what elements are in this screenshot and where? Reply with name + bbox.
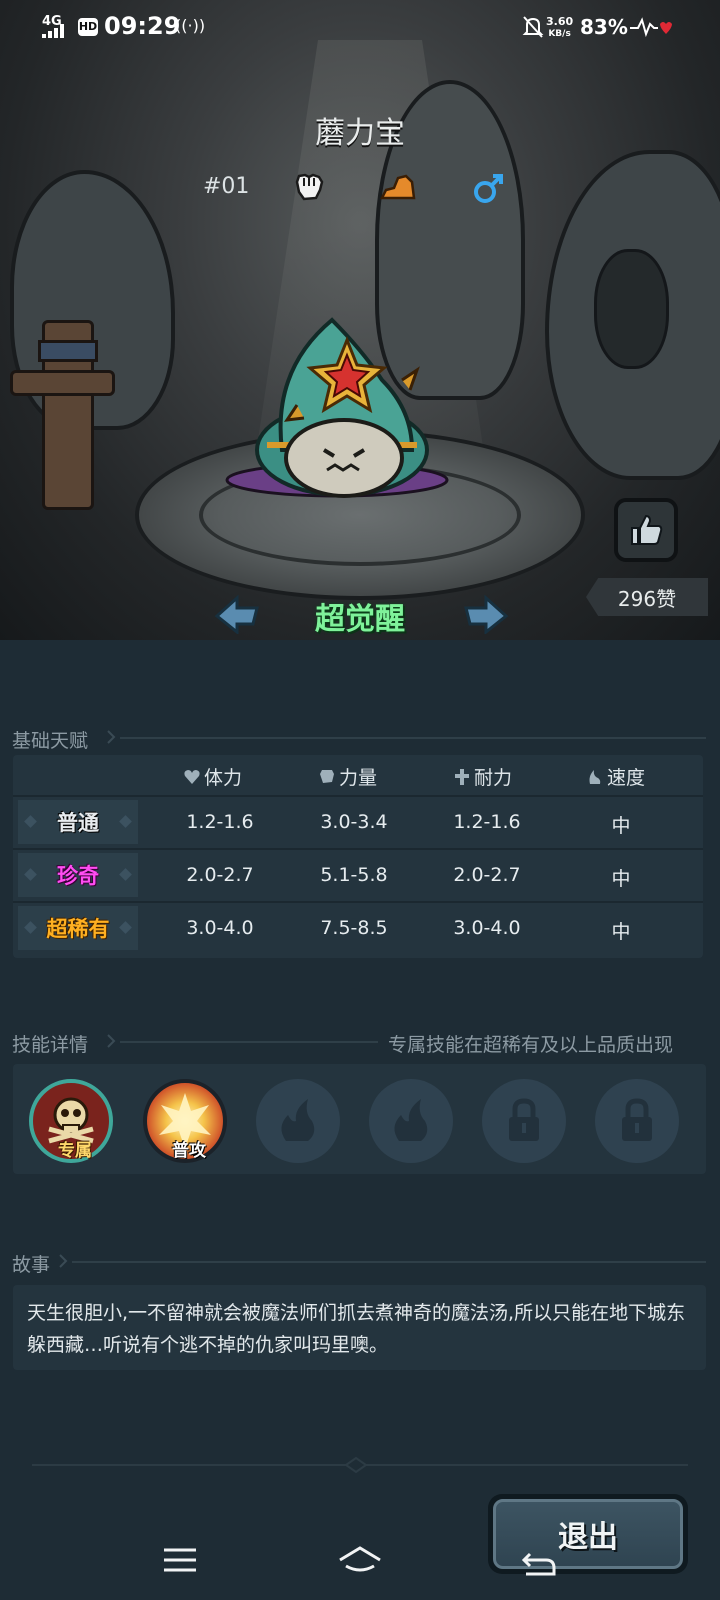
pet-info-row: #01 [0,168,720,208]
male-icon[interactable] [469,168,509,208]
home-icon[interactable] [338,1540,382,1580]
talent-table: 体力 力量 耐力 速度 普通 1.2-1.6 3.0-3.4 1.2-1.6 中… [13,755,703,958]
flame-icon [281,1099,315,1141]
table-row: 普通 1.2-1.6 3.0-3.4 1.2-1.6 中 [13,795,703,845]
section-chevron-icon [107,1034,116,1048]
system-navigation-bar [0,1528,720,1600]
hotspot-icon: ((·)) [175,16,206,35]
pet-number: #01 [203,174,250,199]
column-header-label: 耐力 [474,767,513,789]
column-header-label: 体力 [204,767,243,789]
shield-cross-icon [455,768,469,785]
skill-label: 专属 [58,1141,92,1161]
awaken-level-label: 超觉醒 [315,602,405,637]
thumbs-up-icon [631,514,663,545]
skills-list: 专属 普攻 [13,1064,706,1174]
table-cell: 7.5-8.5 [320,917,388,939]
table-cell: 2.0-2.7 [186,864,254,886]
awaken-selector: 超觉醒 [0,590,720,640]
hd-badge: HD [78,18,98,36]
table-cell: 1.2-1.6 [453,811,521,833]
wooden-post-bar [10,370,115,396]
pet-name: 蘑力宝 [315,116,405,151]
table-cell: 1.2-1.6 [186,811,254,833]
health-pulse-icon [630,17,672,38]
next-arrow-button[interactable] [460,594,510,634]
terrain-icon[interactable] [378,168,418,208]
heart-icon [184,769,200,784]
skill-normal-attack[interactable]: 普攻 [143,1079,227,1163]
table-cell: 中 [611,815,631,837]
skills-section-title: 技能详情 [12,1034,89,1056]
skill-label: 普攻 [172,1141,206,1161]
rarity-rare: 珍奇 [18,853,138,897]
talent-section-title: 基础天赋 [12,730,89,752]
skill-exclusive[interactable]: 专属 [29,1079,113,1163]
network-speed-unit: KB/s [548,29,571,39]
table-row: 超稀有 3.0-4.0 7.5-8.5 3.0-4.0 中 [13,901,703,951]
section-divider [120,737,706,739]
column-header-strength: 力量 [318,763,377,790]
table-cell: 中 [611,921,631,943]
section-chevron-icon [59,1254,68,1268]
table-cell: 中 [611,868,631,890]
battery-level: 83% [580,15,628,39]
section-divider [72,1261,706,1263]
section-divider [120,1041,378,1043]
menu-icon[interactable] [158,1540,202,1580]
status-bar: 4G HD 09:29 ((·)) 3.60 KB/s 83% [0,0,720,56]
like-button[interactable] [614,498,678,562]
fist-small-icon [320,769,334,783]
wooden-post-rope [38,340,98,362]
column-header-label: 力量 [339,767,378,789]
speed-icon [589,769,601,784]
skills-note: 专属技能在超稀有及以上品质出现 [388,1034,674,1056]
column-header-speed: 速度 [586,763,645,790]
mute-bell-icon [522,16,544,38]
rarity-common: 普通 [18,800,138,844]
lock-icon [509,1098,539,1141]
column-header-stamina: 体力 [183,763,242,790]
signal-icon [42,24,64,38]
divider-ornament-icon [344,1456,368,1474]
lock-icon [622,1098,652,1141]
story-section-title: 故事 [12,1254,51,1276]
column-header-endurance: 耐力 [453,763,512,790]
pet-showcase-scene: 蘑力宝 #01 296赞 超觉醒 [0,0,720,640]
pet-character [225,317,449,498]
table-row: 珍奇 2.0-2.7 5.1-5.8 2.0-2.7 中 [13,848,703,898]
skill-slot-locked-5[interactable] [482,1079,566,1163]
table-cell: 3.0-4.0 [453,917,521,939]
fist-icon[interactable] [289,168,329,208]
story-text: 天生很胆小,一不留神就会被魔法师们抓去煮神奇的魔法汤,所以只能在地下城东躲西藏…… [13,1285,706,1370]
table-cell: 5.1-5.8 [320,864,388,886]
rarity-super-rare: 超稀有 [18,906,138,950]
back-icon[interactable] [518,1540,562,1580]
table-cell: 3.0-3.4 [320,811,388,833]
section-chevron-icon [107,730,116,744]
skill-slot-3[interactable] [256,1079,340,1163]
clock: 09:29 [104,12,181,40]
table-cell: 2.0-2.7 [453,864,521,886]
skill-slot-locked-6[interactable] [595,1079,679,1163]
network-speed: 3.60 KB/s [546,16,573,40]
column-header-label: 速度 [607,767,646,789]
skill-slot-4[interactable] [369,1079,453,1163]
network-speed-value: 3.60 [546,15,574,28]
flame-icon [394,1099,428,1141]
table-cell: 3.0-4.0 [186,917,254,939]
